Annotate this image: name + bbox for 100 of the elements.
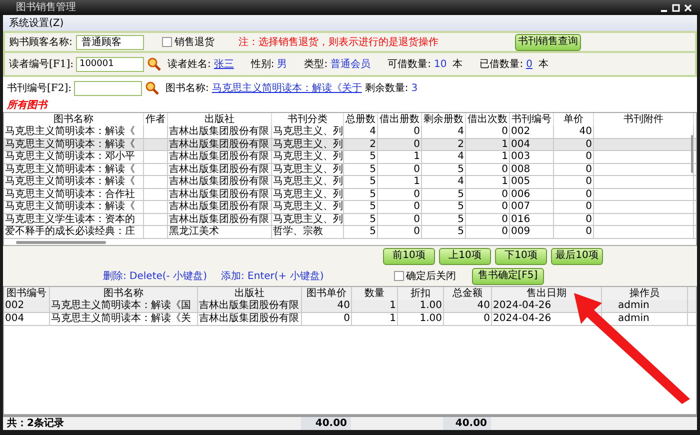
table-cell: 马克思主义、列: [272, 201, 344, 212]
field-label: 类型:: [304, 58, 328, 72]
table-cell: 5: [344, 151, 378, 162]
price-total: 40.00: [301, 417, 351, 430]
table-row[interactable]: 马克思主义学生读本：资本的 吉林出版集团股份有限 马克思主义、列 5 0 5 0 016 0: [4, 214, 696, 226]
table-cell: 002: [510, 126, 554, 138]
customer-name-field[interactable]: 普通顾客: [76, 34, 144, 50]
table-row[interactable]: 004 马克思主义简明读本：解读《关 吉林出版集团股份有限 0 1 1.00 0 2024-04-26 admin: [4, 313, 696, 326]
table-cell: 马克思主义、列: [272, 138, 344, 150]
field-label: 可借数量:: [388, 58, 431, 72]
field-label: 读者姓名:: [167, 58, 211, 72]
table-cell: 5: [344, 188, 378, 200]
book-id-field[interactable]: [74, 80, 142, 96]
checkbox[interactable]: [162, 37, 172, 47]
unit-label: 本: [538, 58, 548, 72]
table-cell: 40: [302, 300, 352, 312]
table-row[interactable]: 马克思主义简明读本：邓小平 吉林出版集团股份有限 马克思主义、列 5 1 4 1 003 0: [4, 151, 696, 164]
table-cell: 吉林出版集团股份有限: [168, 214, 272, 225]
table-cell: 吉林出版集团股份有限: [168, 176, 272, 188]
table-cell: 0: [378, 126, 422, 138]
table-cell: 吉林出版集团股份有限: [168, 188, 272, 200]
table-cell: 吉林出版集团股份有限: [168, 164, 272, 175]
window-title: 图书销售管理: [16, 0, 76, 15]
field-label: 剩余数量:: [364, 82, 408, 96]
table-cell: 1.00: [398, 313, 444, 325]
table-row[interactable]: 马克思主义简明读本：解读《 吉林出版集团股份有限 马克思主义、列 4 0 4 0 002 40: [4, 126, 696, 138]
shortcut-hint: 删除: Delete(- 小键盘): [103, 270, 207, 284]
book-name-link[interactable]: 马克思主义简明读本：解读《关于: [212, 80, 362, 96]
table-cell: 0: [554, 188, 594, 200]
table-row[interactable]: 002 马克思主义简明读本：解读《国 吉林出版集团股份有限 40 1 1.00 40 2024-04-26 admin: [4, 300, 696, 313]
table-cell: 0: [466, 164, 510, 175]
table-cell: 哲学、宗教: [272, 226, 344, 238]
field-label: 书刊编号[F2]:: [7, 82, 72, 96]
table-cell: 0: [444, 313, 492, 325]
vertical-scrollbar[interactable]: [691, 135, 693, 173]
table-cell: 马克思主义、列: [272, 176, 344, 188]
table-cell: 4: [422, 151, 466, 162]
table-cell: 5: [422, 164, 466, 175]
table-cell: 吉林出版集团股份有限: [168, 126, 272, 138]
table-cell: 007: [510, 201, 554, 212]
table-cell: 0: [554, 151, 594, 162]
field-value: 普通会员: [330, 58, 371, 72]
table-cell: 0: [378, 138, 422, 150]
confirm-sale-button[interactable]: 售书确定[F5]: [472, 268, 544, 284]
reader-id-field[interactable]: 100001: [76, 56, 144, 72]
table-cell: 2: [422, 138, 466, 150]
table-cell: 5: [344, 176, 378, 188]
table-cell: 1: [466, 151, 510, 162]
menu-item[interactable]: 系统设置(Z): [7, 16, 66, 30]
pager-button[interactable]: 前10项: [383, 248, 435, 264]
table-row[interactable]: 马克思主义简明读本：解读《 吉林出版集团股份有限 马克思主义、列 5 0 5 0 007 0: [4, 201, 696, 214]
table-cell: 1: [378, 176, 422, 188]
table-cell: 2: [344, 138, 378, 150]
table-cell: 1: [352, 313, 398, 325]
table-cell: 0: [302, 313, 352, 325]
table-cell: 马克思主义、列: [272, 164, 344, 175]
table-cell: 005: [510, 176, 554, 188]
table-cell: 1.00: [398, 300, 444, 312]
checkbox-label: 确定后关闭: [406, 270, 456, 284]
sales-query-button[interactable]: 书刊销售查询: [515, 34, 581, 50]
table-row[interactable]: 爱不释手的成长必读经典：庄 黑龙江美术 哲学、宗教 5 0 5 0 009 0: [4, 226, 696, 238]
table-cell: 4: [344, 126, 378, 138]
horizontal-scrollbar[interactable]: [16, 240, 106, 244]
close-icon[interactable]: [684, 4, 692, 12]
pager-button[interactable]: 上10项: [439, 248, 491, 264]
table-cell: 0: [378, 226, 422, 238]
table-cell: 0: [466, 201, 510, 212]
table-cell: 马克思主义、列: [272, 188, 344, 200]
table-row[interactable]: 马克思主义简明读本：解读《 吉林出版集团股份有限 马克思主义、列 5 1 4 1 005 0: [4, 176, 696, 188]
field-label: 购书顾客名称:: [9, 36, 72, 50]
table-cell: 0: [554, 201, 594, 212]
search-icon[interactable]: [147, 57, 162, 71]
table-cell: 5: [422, 201, 466, 212]
table-cell: 吉林出版集团股份有限: [168, 138, 272, 150]
table-cell: 马克思主义简明读本：解读《: [4, 176, 144, 188]
table-cell: 5: [422, 214, 466, 225]
table-row[interactable]: 马克思主义简明读本：解读《 吉林出版集团股份有限 马克思主义、列 5 0 5 0 008 0: [4, 164, 696, 176]
maximize-icon[interactable]: [672, 4, 680, 12]
pager-button[interactable]: 下10项: [495, 248, 547, 264]
table-cell: 008: [510, 164, 554, 175]
table-cell: 0: [466, 126, 510, 138]
table-cell: 马克思主义简明读本：解读《: [4, 138, 144, 150]
field-value: 男: [277, 58, 288, 72]
table-cell: admin: [602, 300, 688, 312]
table-row[interactable]: 马克思主义简明读本：合作社 吉林出版集团股份有限 马克思主义、列 5 0 5 0 006 0: [4, 188, 696, 201]
checkbox[interactable]: [394, 271, 404, 281]
table-cell: 003: [510, 151, 554, 162]
table-cell: 马克思主义简明读本：解读《: [4, 164, 144, 175]
table-row[interactable]: 马克思主义简明读本：解读《 吉林出版集团股份有限 马克思主义、列 2 0 2 1 004 0: [4, 138, 696, 151]
table-cell: 004: [510, 138, 554, 150]
table-cell: 马克思主义简明读本：解读《: [4, 201, 144, 212]
table-cell: 5: [344, 164, 378, 175]
table-cell: 5: [344, 214, 378, 225]
table-cell: 0: [378, 201, 422, 212]
table-cell: 5: [422, 226, 466, 238]
table-cell: 0: [554, 164, 594, 175]
table-cell: 002: [4, 300, 50, 312]
pager-button[interactable]: 最后10项: [551, 248, 603, 264]
search-icon[interactable]: [145, 81, 160, 95]
table-cell: 5: [422, 188, 466, 200]
